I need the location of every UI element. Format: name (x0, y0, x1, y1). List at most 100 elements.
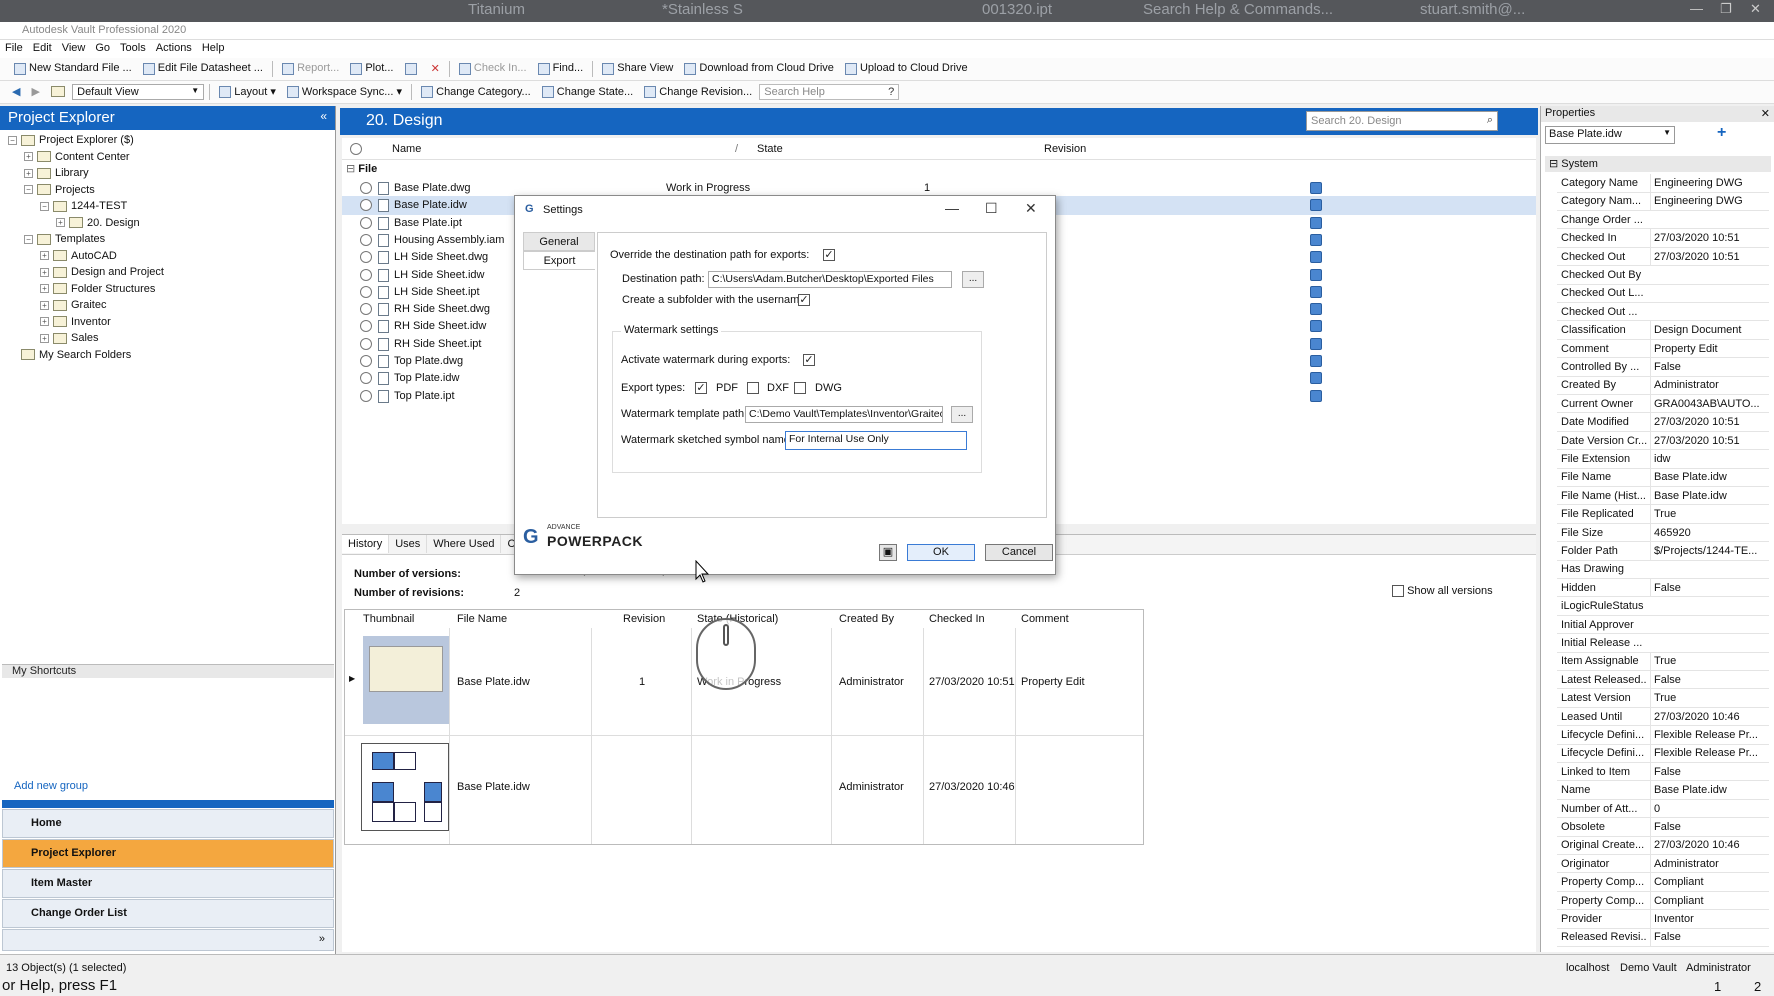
tab-where-used[interactable]: Where Used (427, 535, 502, 553)
property-row[interactable]: Checked In 27/03/2020 10:51 (1557, 229, 1769, 248)
change-state-button[interactable]: Change State... (538, 82, 637, 102)
expand-node-icon[interactable]: + (40, 317, 49, 327)
expand-node-icon[interactable]: + (24, 152, 33, 162)
pdf-checkbox[interactable]: ✓ (695, 382, 707, 394)
property-row[interactable]: iLogicRuleStatus (1557, 597, 1769, 616)
search-icon[interactable]: ⌕ (1487, 114, 1493, 127)
tree-node[interactable]: My Search Folders (8, 347, 327, 364)
property-row[interactable]: Latest Version True (1557, 689, 1769, 708)
row-select-toggle[interactable] (360, 216, 372, 229)
destination-path-input[interactable]: C:\Users\Adam.Butcher\Desktop\Exported F… (708, 271, 952, 288)
cancel-button[interactable]: Cancel (985, 544, 1053, 561)
report-button[interactable]: Report... (278, 58, 343, 78)
property-row[interactable]: Linked to Item False (1557, 762, 1769, 782)
property-row[interactable]: Comment Property Edit (1557, 339, 1769, 359)
row-select-toggle[interactable] (360, 355, 372, 367)
dialog-maximize-icon[interactable]: ☐ (985, 200, 998, 217)
maximize-icon[interactable]: ❐ (1720, 1, 1732, 17)
check-in-button[interactable]: Check In... (455, 58, 531, 78)
row-select-toggle[interactable] (360, 303, 372, 316)
collapse-node-icon[interactable]: − (24, 234, 33, 244)
expand-node-icon[interactable]: + (40, 267, 49, 277)
show-all-versions-checkbox[interactable]: Show all versions (1392, 585, 1493, 598)
col-thumbnail[interactable]: Thumbnail (363, 610, 414, 628)
nav-item-master[interactable]: Item Master (2, 869, 334, 898)
property-row[interactable]: Original Create... 27/03/2020 10:46 (1557, 836, 1769, 855)
minimize-icon[interactable]: — (1690, 1, 1703, 16)
tab-general[interactable]: General (523, 232, 595, 251)
menu-help[interactable]: Help (197, 40, 230, 56)
find-button[interactable]: Find... (534, 58, 588, 78)
tree-node[interactable]: +20. Design (8, 215, 327, 232)
property-row[interactable]: Initial Approver (1557, 616, 1769, 635)
close-icon[interactable]: ✕ (1761, 107, 1770, 120)
add-property-icon[interactable]: + (1717, 124, 1726, 142)
column-state[interactable]: State (757, 143, 783, 155)
activate-checkbox[interactable]: ✓ (803, 354, 815, 366)
property-row[interactable]: Date Version Cr... 27/03/2020 10:51 (1557, 431, 1769, 451)
property-row[interactable]: Has Drawing (1557, 560, 1769, 579)
share-view-button[interactable]: Share View (598, 58, 677, 78)
tree-node[interactable]: − Projects (8, 182, 327, 199)
property-row[interactable]: Released Revisi... False (1557, 928, 1769, 947)
property-row[interactable]: File Replicated True (1557, 505, 1769, 524)
tree-node[interactable]: − 1244-TEST (8, 198, 327, 215)
tab-history[interactable]: History (342, 535, 390, 553)
property-group-system[interactable]: ⊟ System (1545, 156, 1771, 172)
menu-file[interactable]: File (0, 40, 28, 56)
group-file-header[interactable]: ⊟ File (342, 160, 1536, 179)
expand-node-icon[interactable]: + (56, 218, 65, 228)
property-row[interactable]: Lifecycle Defini... Flexible Release Pr..… (1557, 744, 1769, 763)
browse-destination-button[interactable]: ... (962, 271, 984, 288)
user-menu[interactable]: stuart.smith@... (1420, 1, 1525, 18)
tree-node[interactable]: + Design and Project (8, 264, 327, 281)
row-select-toggle[interactable] (360, 182, 372, 194)
property-row[interactable]: Folder Path $/Projects/1244-TE... (1557, 542, 1769, 561)
menu-tools[interactable]: Tools (115, 40, 151, 56)
col-revision[interactable]: Revision (623, 610, 665, 628)
plot-button[interactable]: Plot... (346, 58, 397, 78)
property-row[interactable]: Change Order ... (1557, 211, 1769, 230)
property-row[interactable]: Obsolete False (1557, 818, 1769, 837)
material-field[interactable]: Titanium (468, 1, 525, 18)
download-cloud-button[interactable]: Download from Cloud Drive (680, 58, 838, 78)
property-row[interactable]: Category Name Engineering DWG (1557, 174, 1769, 193)
property-row[interactable]: Controlled By ... False (1557, 358, 1769, 377)
menu-edit[interactable]: Edit (28, 40, 57, 56)
property-row[interactable]: Initial Release ... (1557, 634, 1769, 653)
change-revision-button[interactable]: Change Revision... (640, 82, 756, 102)
menu-view[interactable]: View (57, 40, 91, 56)
change-category-button[interactable]: Change Category... (417, 82, 535, 102)
col-file-name[interactable]: File Name (457, 610, 507, 628)
tab-uses[interactable]: Uses (389, 535, 428, 553)
col-comment[interactable]: Comment (1021, 610, 1069, 628)
row-select-toggle[interactable] (360, 199, 372, 212)
property-row[interactable]: Hidden False (1557, 578, 1769, 598)
nav-project-explorer[interactable]: Project Explorer (2, 839, 334, 868)
tree-node[interactable]: + Content Center (8, 149, 327, 166)
subfolder-checkbox[interactable]: ✓ (798, 294, 810, 306)
history-row[interactable]: Base Plate.idw Administrator 27/03/2020 … (345, 737, 1143, 843)
template-path-input[interactable]: C:\Demo Vault\Templates\Inventor\Graitec… (745, 406, 943, 423)
row-select-toggle[interactable] (360, 372, 372, 385)
tree-node[interactable]: + Folder Structures (8, 281, 327, 298)
property-row[interactable]: Created By Administrator (1557, 376, 1769, 395)
workspace-sync-button[interactable]: Workspace Sync... ▾ (283, 81, 406, 102)
save-settings-button[interactable]: ▣ (879, 544, 897, 561)
property-row[interactable]: Number of Att... 0 (1557, 799, 1769, 819)
property-row[interactable]: Current Owner GRA0043AB\AUTO... (1557, 394, 1769, 414)
row-select-toggle[interactable] (360, 337, 372, 350)
nav-change-order-list[interactable]: Change Order List (2, 899, 334, 928)
symbol-name-input[interactable]: For Internal Use Only (785, 431, 967, 450)
collapse-node-icon[interactable]: − (24, 185, 33, 195)
property-row[interactable]: Date Modified 27/03/2020 10:51 (1557, 413, 1769, 432)
nav-home[interactable]: Home (2, 809, 334, 838)
delete-button[interactable]: ✕ (427, 58, 444, 79)
row-select-toggle[interactable] (360, 320, 372, 333)
tree-node[interactable]: − Templates (8, 231, 327, 248)
property-row[interactable]: Checked Out ... (1557, 303, 1769, 322)
property-row[interactable]: File Name Base Plate.idw (1557, 468, 1769, 487)
browse-template-button[interactable]: ... (951, 406, 973, 423)
expand-node-icon[interactable]: + (40, 333, 49, 343)
menu-actions[interactable]: Actions (151, 40, 197, 56)
